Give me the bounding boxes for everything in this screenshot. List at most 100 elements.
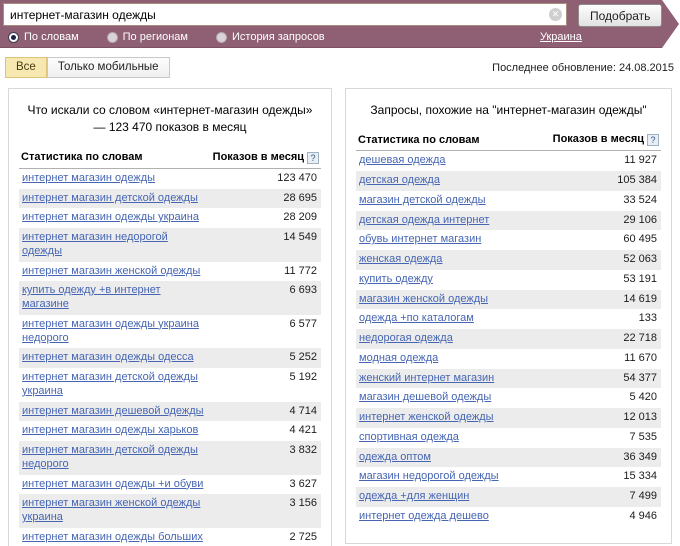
keyword-link[interactable]: купить одежду bbox=[359, 273, 433, 285]
keyword-link[interactable]: интернет женской одежды bbox=[359, 411, 494, 423]
keyword-link[interactable]: женский интернет магазин bbox=[359, 372, 494, 384]
impressions-value: 14 549 bbox=[283, 231, 317, 244]
table-row: магазин недорогой одежды 15 334 bbox=[356, 467, 661, 487]
keyword-link[interactable]: женская одежда bbox=[359, 253, 442, 265]
right-table-body: дешевая одежда 11 927 детская одежда 105 38… bbox=[356, 151, 661, 527]
table-row: интернет магазин одежды харьков 4 421 bbox=[19, 421, 321, 441]
table-row: магазин женской одежды 14 619 bbox=[356, 289, 661, 310]
table-row: детская одежда 105 384 bbox=[356, 171, 661, 191]
table-row: купить одежду 53 191 bbox=[356, 270, 661, 290]
impressions-value: 52 063 bbox=[623, 253, 657, 266]
table-row: интернет женской одежды 12 013 bbox=[356, 408, 661, 428]
filter-toolbar: Все Только мобильные Последнее обновлени… bbox=[0, 57, 680, 78]
tab-all[interactable]: Все bbox=[5, 57, 47, 78]
radio-query-history[interactable]: История запросов bbox=[216, 31, 325, 43]
impressions-value: 53 191 bbox=[623, 272, 657, 285]
left-results-panel: Что искали со словом «интернет-магазин о… bbox=[8, 88, 332, 546]
keyword-link[interactable]: купить одежду +в интернет магазине bbox=[22, 284, 161, 310]
table-row: интернет магазин одежды одесса 5 252 bbox=[19, 348, 321, 369]
impressions-value: 4 714 bbox=[289, 404, 317, 417]
keyword-link[interactable]: одежда +для женщин bbox=[359, 490, 469, 502]
keyword-link[interactable]: магазин дешевой одежды bbox=[359, 391, 491, 403]
table-row: недорогая одежда 22 718 bbox=[356, 329, 661, 349]
keyword-link[interactable]: интернет магазин одежды харьков bbox=[22, 424, 198, 436]
keyword-link[interactable]: интернет магазин женской одежды украина bbox=[22, 497, 200, 523]
table-header-row: Статистика по словам Показов в месяц? bbox=[19, 147, 321, 169]
radio-unselected-icon[interactable] bbox=[106, 31, 118, 43]
table-row: одежда +по каталогам 133 bbox=[356, 309, 661, 329]
table-header-row: Статистика по словам Показов в месяц? bbox=[356, 130, 661, 152]
keyword-link[interactable]: интернет магазин дешевой одежды bbox=[22, 405, 204, 417]
impressions-value: 5 192 bbox=[289, 371, 317, 384]
keyword-link[interactable]: интернет магазин одежды одесса bbox=[22, 351, 194, 363]
impressions-value: 6 577 bbox=[289, 317, 317, 330]
keyword-link[interactable]: интернет магазин одежды bbox=[22, 172, 155, 184]
keyword-link[interactable]: интернет магазин одежды украина bbox=[22, 211, 199, 223]
radio-selected-icon[interactable] bbox=[8, 31, 19, 43]
submit-button[interactable]: Подобрать bbox=[578, 4, 663, 27]
region-link[interactable]: Украина bbox=[540, 31, 582, 43]
impressions-value: 28 695 bbox=[283, 191, 317, 204]
impressions-value: 14 619 bbox=[623, 292, 657, 305]
table-row: магазин детской одежды 33 524 bbox=[356, 191, 661, 211]
tab-mobile-only[interactable]: Только мобильные bbox=[46, 57, 170, 78]
table-row: интернет магазин одежды 123 470 bbox=[19, 168, 321, 188]
search-bar: ✕ Подобрать По словам По регионам Истори… bbox=[0, 0, 680, 48]
keyword-link[interactable]: интернет магазин одежды +и обуви bbox=[22, 478, 203, 490]
keyword-link[interactable]: дешевая одежда bbox=[359, 154, 446, 166]
impressions-value: 7 499 bbox=[629, 490, 657, 503]
left-results-table: Статистика по словам Показов в месяц? ин… bbox=[19, 147, 321, 546]
keyword-link[interactable]: недорогая одежда bbox=[359, 332, 453, 344]
keyword-link[interactable]: магазин женской одежды bbox=[359, 293, 488, 305]
table-row: дешевая одежда 11 927 bbox=[356, 151, 661, 171]
left-table-body: интернет магазин одежды 123 470 интернет м… bbox=[19, 168, 321, 546]
table-row: женская одежда 52 063 bbox=[356, 250, 661, 270]
radio-unselected-icon[interactable] bbox=[216, 31, 227, 43]
table-row: интернет магазин детской одежды 28 695 bbox=[19, 188, 321, 209]
impressions-value: 11 772 bbox=[284, 264, 317, 277]
impressions-value: 11 670 bbox=[624, 351, 657, 364]
impressions-value: 133 bbox=[638, 312, 657, 325]
table-row: спортивная одежда 7 535 bbox=[356, 428, 661, 448]
keyword-link[interactable]: детская одежда интернет bbox=[359, 214, 489, 226]
table-row: одежда оптом 36 349 bbox=[356, 447, 661, 468]
table-row: интернет магазин женской одежды 11 772 bbox=[19, 262, 321, 282]
keyword-link[interactable]: интернет магазин одежды украина недорого bbox=[22, 318, 199, 344]
search-input[interactable] bbox=[3, 3, 567, 26]
impressions-value: 60 495 bbox=[623, 233, 657, 246]
table-row: интернет магазин одежды больших 2 725 bbox=[19, 528, 321, 546]
radio-by-words[interactable]: По словам bbox=[8, 31, 79, 43]
radio-by-regions[interactable]: По регионам bbox=[106, 31, 188, 43]
keyword-link[interactable]: детская одежда bbox=[359, 174, 440, 186]
keyword-link[interactable]: интернет магазин детской одежды недорого bbox=[22, 444, 198, 470]
help-icon[interactable]: ? bbox=[307, 151, 319, 164]
keyword-link[interactable]: одежда +по каталогам bbox=[359, 312, 474, 324]
keyword-link[interactable]: обувь интернет магазин bbox=[359, 233, 481, 245]
keyword-link[interactable]: интернет магазин одежды больших bbox=[22, 531, 203, 543]
left-panel-title: Что искали со словом «интернет-магазин о… bbox=[27, 103, 313, 135]
keyword-link[interactable]: магазин детской одежды bbox=[359, 194, 486, 206]
radio-label: По регионам bbox=[122, 31, 188, 43]
keyword-link[interactable]: модная одежда bbox=[359, 352, 438, 364]
keyword-link[interactable]: интернет магазин детской одежды bbox=[22, 192, 198, 204]
keyword-link[interactable]: спортивная одежда bbox=[359, 431, 459, 443]
keyword-link[interactable]: интернет магазин детской одежды украина bbox=[22, 371, 198, 397]
keyword-link[interactable]: интернет магазин женской одежды bbox=[22, 265, 200, 277]
keyword-link[interactable]: интернет магазин недорогой одежды bbox=[22, 231, 168, 257]
impressions-value: 29 106 bbox=[623, 213, 657, 226]
impressions-value: 5 252 bbox=[289, 351, 317, 364]
table-row: интернет магазин женской одежды украина 3… bbox=[19, 494, 321, 528]
impressions-value: 36 349 bbox=[623, 450, 657, 463]
keyword-link[interactable]: магазин недорогой одежды bbox=[359, 470, 499, 482]
help-icon[interactable]: ? bbox=[647, 134, 659, 147]
impressions-value: 11 927 bbox=[624, 154, 657, 167]
keyword-link[interactable]: одежда оптом bbox=[359, 451, 431, 463]
clear-search-icon[interactable]: ✕ bbox=[549, 8, 562, 21]
radio-label: История запросов bbox=[232, 31, 325, 43]
column-header-impressions-label: Показов в месяц bbox=[552, 133, 644, 146]
impressions-value: 33 524 bbox=[623, 193, 657, 206]
keyword-link[interactable]: интернет одежда дешево bbox=[359, 510, 489, 522]
radio-label: По словам bbox=[24, 31, 79, 43]
impressions-value: 2 725 bbox=[289, 530, 317, 543]
impressions-value: 3 832 bbox=[289, 444, 317, 457]
